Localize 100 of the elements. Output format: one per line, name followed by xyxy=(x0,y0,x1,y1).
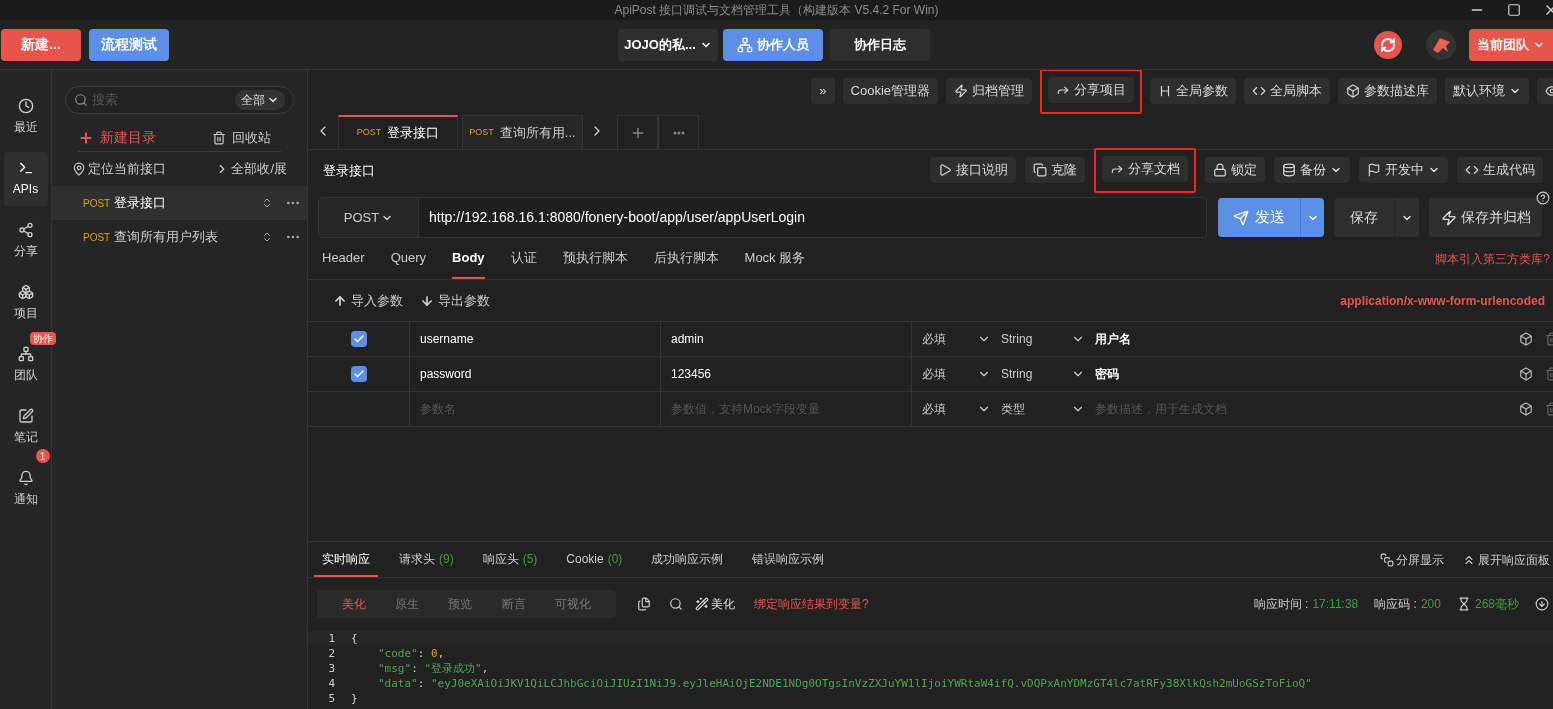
download-icon[interactable] xyxy=(1535,596,1549,611)
url-field[interactable]: POST http://192.168.16.1:8080/fonery-boot/app/user/appUserLogin xyxy=(318,197,1207,238)
toolbar-button[interactable]: 备份 xyxy=(1274,157,1350,183)
toolbar-button[interactable]: » xyxy=(811,78,835,104)
body-tab[interactable]: 预执行脚本 xyxy=(562,238,628,279)
team-button[interactable]: 当前团队 xyxy=(1469,28,1553,61)
code-line: } xyxy=(351,691,358,706)
required-select[interactable]: 必填 xyxy=(912,322,1001,356)
maximize-icon[interactable] xyxy=(1507,3,1521,17)
toolbar-button[interactable]: 克隆 xyxy=(1025,157,1085,183)
badge: 协作 xyxy=(29,332,56,345)
param-value[interactable]: 123456 xyxy=(671,365,712,383)
type-select[interactable]: String xyxy=(1001,357,1087,391)
split-view-button[interactable]: 分屏显示 xyxy=(1380,542,1444,577)
body-tab[interactable]: 后执行脚本 xyxy=(653,238,719,279)
box-icon[interactable] xyxy=(1519,367,1533,381)
body-tab[interactable]: Body xyxy=(452,238,485,279)
response-tab[interactable]: 实时响应 xyxy=(314,542,378,577)
beautify-button[interactable]: 美化 xyxy=(695,594,735,613)
content-type-select[interactable]: application/x-www-form-urlencoded xyxy=(1340,291,1545,310)
method-select[interactable]: POST xyxy=(319,198,419,237)
sort-icon[interactable] xyxy=(261,231,273,243)
response-tab[interactable]: 响应头 (5) xyxy=(474,542,546,577)
export-params-button[interactable]: 导出参数 xyxy=(420,290,490,311)
toolbar-button[interactable]: 归档管理 xyxy=(946,78,1032,104)
badge: 1 xyxy=(35,449,50,463)
line-number: 2 xyxy=(327,646,335,661)
expand-panel-button[interactable]: 展开响应面板 xyxy=(1462,542,1550,577)
toolbar-button[interactable]: 全局参数 xyxy=(1150,78,1236,104)
api-list-item[interactable]: POST 查询所有用户列表 xyxy=(52,220,307,254)
response-tab[interactable]: 成功响应示例 xyxy=(643,542,732,577)
toolbar-button[interactable]: 接口说明 xyxy=(930,157,1016,183)
help-icon[interactable] xyxy=(1536,191,1550,205)
hourglass-icon xyxy=(1456,596,1471,611)
toolbar-button[interactable]: 默认环境 xyxy=(1445,78,1529,104)
param-name[interactable]: username xyxy=(420,330,474,348)
body-tab[interactable]: 认证 xyxy=(510,238,537,279)
collapse-all-button[interactable]: 全部收/展 xyxy=(215,159,287,179)
toolbar-button[interactable]: Cookie管理器 xyxy=(842,78,938,104)
box-icon[interactable] xyxy=(1519,402,1533,416)
project-select[interactable]: JOJO的私... xyxy=(618,28,718,61)
toolbar-button[interactable]: 开发中 xyxy=(1359,157,1448,183)
checkbox[interactable] xyxy=(350,331,367,347)
nav-item[interactable]: 通知 xyxy=(3,462,48,516)
script-library-link[interactable]: 脚本引入第三方类库? xyxy=(1435,249,1550,268)
param-description[interactable]: 用户名 xyxy=(1095,330,1131,348)
hierarchy-icon xyxy=(737,36,753,53)
bind-variable-link[interactable]: 绑定响应结果到变量? xyxy=(754,594,869,613)
collab-log-button[interactable]: 协作日志 xyxy=(830,28,930,61)
filter-select[interactable]: 全部 xyxy=(235,90,285,110)
body-tab[interactable]: Query xyxy=(390,238,427,279)
response-tab[interactable]: Cookie (0) xyxy=(558,542,631,577)
param-value[interactable]: admin xyxy=(671,330,704,348)
box-icon[interactable] xyxy=(1519,332,1533,346)
recycle-bin-button[interactable]: 回收站 xyxy=(212,127,271,148)
checkbox[interactable] xyxy=(350,366,367,382)
response-tab[interactable]: 错误响应示例 xyxy=(744,542,833,577)
clock-icon xyxy=(17,98,34,114)
copy-icon[interactable] xyxy=(637,596,651,611)
code-line: "data": "eyJ0eXAiOiJKV1QiLCJhbGciOiJIUzI1NiJ9.eyJleHAiOjE2NDE1NDg0OTgsInVzZXJuYW1lIjoiYWRtaW4ifQ.vDQPxAnYDMzGT4lc7atRFy38XlkQsh2mUoGSzToFioQ" xyxy=(377,676,1312,691)
nav-item[interactable]: 项目 xyxy=(3,276,48,330)
param-name[interactable]: password xyxy=(420,365,472,383)
response-tab[interactable]: 请求头 (9) xyxy=(391,542,462,577)
search-icon[interactable] xyxy=(669,596,683,611)
hierarchy-icon xyxy=(17,346,34,362)
type-select[interactable]: String xyxy=(1001,322,1087,356)
required-select[interactable]: 必填 xyxy=(912,392,1001,426)
body-tab[interactable]: Header xyxy=(322,238,365,279)
toolbar-button[interactable]: 参数描述库 xyxy=(1338,78,1437,104)
request-tab[interactable]: POST 登录接口 xyxy=(338,115,458,149)
new-folder-button[interactable]: 新建目录 xyxy=(78,127,156,148)
import-params-button[interactable]: 导入参数 xyxy=(333,290,403,311)
add-tab-button[interactable] xyxy=(617,115,658,149)
toolbar-button[interactable]: 生成代码 xyxy=(1457,157,1543,183)
toolbar-button[interactable]: 锁定 xyxy=(1205,157,1265,183)
nav-item[interactable]: 最近 xyxy=(3,90,48,144)
toolbar-button[interactable]: 分享项目 xyxy=(1048,76,1134,103)
sort-icon[interactable] xyxy=(261,197,273,209)
body-tab[interactable]: Mock 服务 xyxy=(744,238,806,279)
type-select[interactable]: 类型 xyxy=(1001,392,1087,426)
terminal-icon xyxy=(17,160,34,176)
sync-icon[interactable] xyxy=(1374,30,1402,59)
view-mode-tab[interactable]: 美化 xyxy=(341,594,366,613)
bolt-icon xyxy=(954,84,968,98)
api-list-item[interactable]: POST 登录接口 xyxy=(52,186,307,220)
save-button[interactable]: 保存 xyxy=(1334,198,1419,237)
nav-item[interactable]: 分享 xyxy=(3,214,48,268)
locate-button[interactable]: 定位当前接口 xyxy=(72,159,166,179)
new-button[interactable]: 新建... xyxy=(1,28,81,61)
required-select[interactable]: 必填 xyxy=(912,357,1001,391)
param-description[interactable]: 密码 xyxy=(1095,365,1119,383)
request-tab[interactable]: POST 查询所有用... xyxy=(462,115,583,149)
method-label: POST xyxy=(83,196,112,211)
request-title: 登录接口 xyxy=(323,162,375,181)
toolbar-button[interactable]: 全局脚本 xyxy=(1244,78,1330,104)
toolbar-button[interactable]: 分享文档 xyxy=(1102,155,1188,182)
nav-item[interactable]: APIs xyxy=(3,152,48,206)
copy-icon xyxy=(1033,163,1047,177)
line-number: 5 xyxy=(327,691,335,706)
save-archive-button[interactable]: 保存并归档 xyxy=(1429,198,1542,237)
